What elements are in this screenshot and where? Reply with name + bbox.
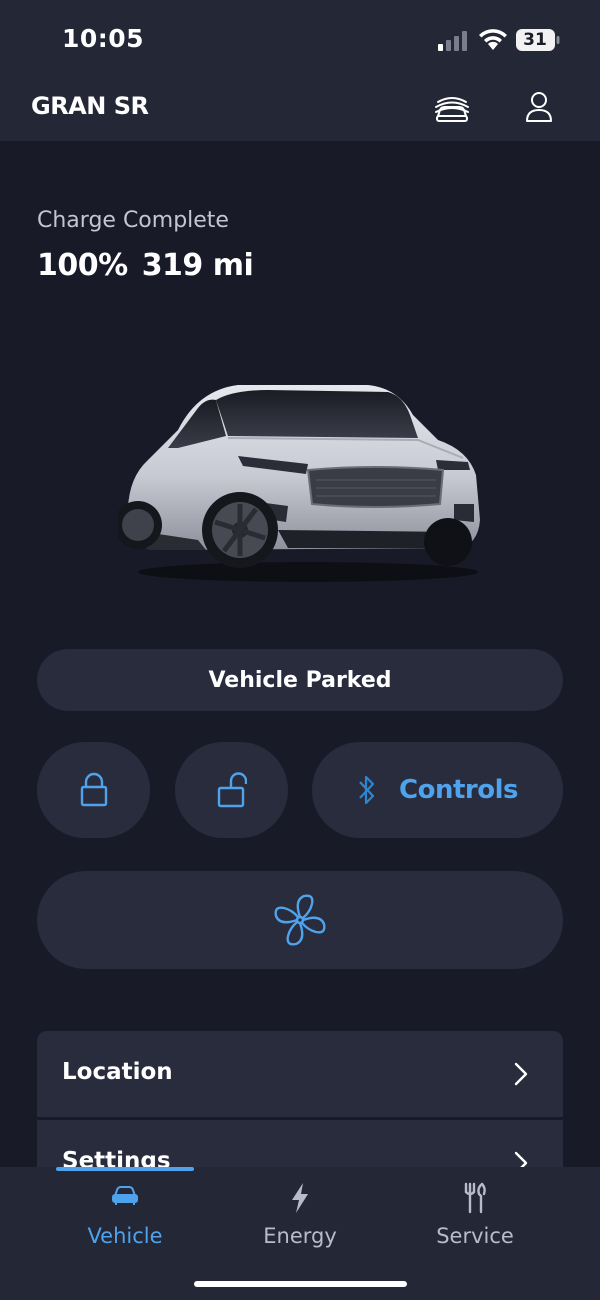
charge-percent: 100% <box>37 248 128 283</box>
status-bar: 10:05 31 <box>0 0 600 80</box>
tab-energy[interactable]: Energy <box>200 1167 400 1267</box>
fan-icon <box>274 894 326 946</box>
vehicle-status-pill: Vehicle Parked <box>37 649 563 711</box>
controls-label: Controls <box>399 775 518 805</box>
charge-status: Charge Complete <box>37 208 229 233</box>
tools-icon <box>464 1182 486 1214</box>
tab-vehicle[interactable]: Vehicle <box>25 1167 225 1267</box>
wifi-icon <box>479 29 507 50</box>
lock-button[interactable] <box>37 742 150 838</box>
vehicle-name[interactable]: GRAN SR <box>31 92 149 120</box>
profile-icon[interactable] <box>524 90 554 124</box>
vehicle-image <box>118 385 480 582</box>
home-indicator[interactable] <box>194 1281 407 1287</box>
controls-button[interactable]: Controls <box>312 742 563 838</box>
cellular-signal-icon <box>438 31 467 51</box>
charge-range: 319 mi <box>141 248 254 283</box>
status-time: 10:05 <box>62 24 145 53</box>
tab-label: Energy <box>263 1224 337 1248</box>
charge-values: 100% 319 mi <box>37 248 267 283</box>
tab-service[interactable]: Service <box>375 1167 575 1267</box>
menu-item-label: Location <box>62 1059 173 1085</box>
app-header: GRAN SR <box>0 80 600 141</box>
chevron-right-icon <box>514 1062 528 1086</box>
car-icon <box>112 1186 138 1205</box>
lightning-icon <box>292 1183 308 1213</box>
bottom-tab-bar: Vehicle Energy Service <box>0 1167 600 1300</box>
bluetooth-icon <box>359 775 375 805</box>
unlock-icon <box>217 772 247 808</box>
tab-label: Service <box>436 1224 514 1248</box>
menu-item-location[interactable]: Location <box>37 1031 563 1117</box>
tab-label: Vehicle <box>87 1224 163 1248</box>
climate-button[interactable] <box>37 871 563 969</box>
unlock-button[interactable] <box>175 742 288 838</box>
battery-level: 31 <box>523 30 547 50</box>
lock-icon <box>80 772 107 807</box>
car-cover-icon[interactable] <box>432 90 472 126</box>
